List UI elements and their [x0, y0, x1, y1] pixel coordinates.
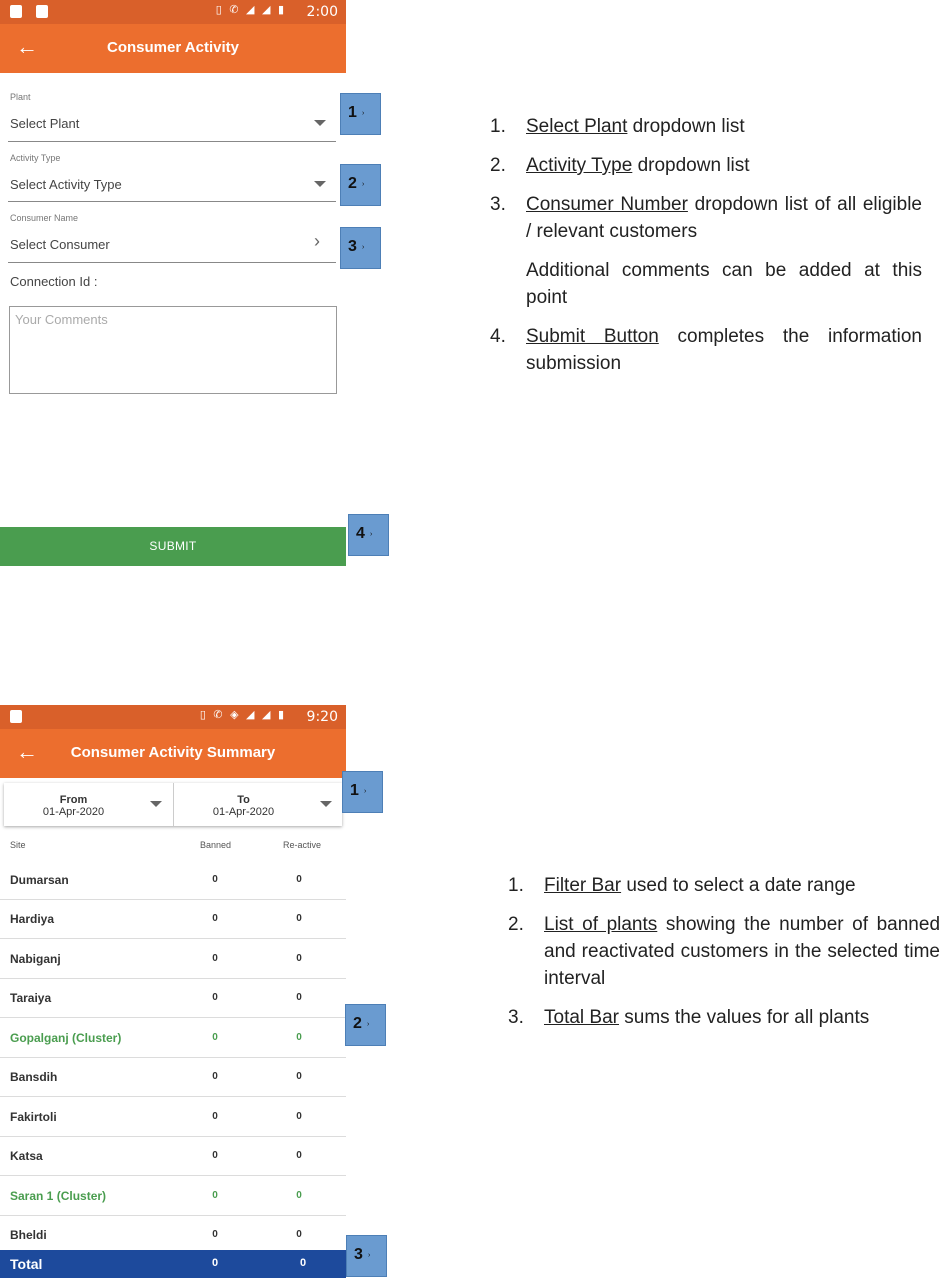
description-list-2: 1. Filter Bar used to select a date range…: [508, 872, 940, 1031]
page-title: Consumer Activity Summary: [70, 744, 276, 761]
table-row[interactable]: Hardiya 0 0: [0, 900, 346, 939]
comments-box: [9, 306, 337, 394]
list-item: 3. Total Bar sums the values for all plan…: [508, 1007, 870, 1028]
callout-badge: 1 ›: [340, 93, 381, 135]
plant-dropdown[interactable]: Select Plant: [10, 116, 79, 131]
table-row-cluster[interactable]: Saran 1 (Cluster) 0 0: [0, 1177, 346, 1216]
callout-badge: 1 ›: [342, 771, 383, 813]
column-header-reactive: Re-active: [283, 840, 322, 850]
connection-id-label: Connection Id :: [10, 274, 98, 289]
list-item: 4. Submit Button completes the informatio…: [490, 326, 922, 374]
description-list-1: 1. Select Plant dropdown list 2. Activity …: [490, 113, 922, 377]
app-bar: ← Consumer Activity Summary: [0, 729, 346, 778]
from-label: From: [59, 794, 88, 806]
status-bar: ▯ ✆ ◈ ◢ ◢ ▮ 9:20: [0, 705, 346, 729]
callout-badge: 2 ›: [340, 164, 381, 206]
image-icon: [10, 710, 22, 723]
callout-badge: 3 ›: [346, 1235, 387, 1277]
page-title: Consumer Activity: [107, 39, 239, 56]
callout-badge: 2 ›: [345, 1004, 386, 1046]
divider: [8, 141, 336, 142]
total-reactive: 0: [299, 1257, 307, 1269]
dropdown-arrow-icon[interactable]: [314, 181, 326, 187]
divider: [8, 262, 336, 263]
status-bar: ▯ ✆ ◢ ◢ ▮ 2:00: [0, 0, 346, 24]
signal-icons: ▯ ✆ ◈ ◢ ◢ ▮: [199, 708, 286, 721]
from-date-filter[interactable]: From 01-Apr-2020: [4, 783, 173, 826]
to-label: To: [237, 794, 250, 806]
to-value: 01-Apr-2020: [212, 806, 275, 818]
callout-badge: 4 ›: [348, 514, 389, 556]
list-item: 1. Select Plant dropdown list: [490, 116, 745, 137]
status-time: 2:00: [306, 4, 338, 20]
divider: [8, 201, 336, 202]
total-bar: Total 0 0: [0, 1250, 346, 1278]
list-item: Additional comments can be added at this…: [526, 260, 922, 308]
list-item: 2. Activity Type dropdown list: [490, 155, 750, 176]
comments-input[interactable]: [10, 307, 336, 393]
dropdown-arrow-icon[interactable]: [314, 120, 326, 126]
dropdown-arrow-icon[interactable]: [150, 801, 162, 807]
table-row[interactable]: Fakirtoli 0 0: [0, 1098, 346, 1137]
table-row-cluster[interactable]: Gopalganj (Cluster) 0 0: [0, 1019, 346, 1058]
consumer-select[interactable]: Select Consumer: [10, 237, 110, 252]
table-row[interactable]: Katsa 0 0: [0, 1137, 346, 1176]
filter-bar: From 01-Apr-2020 To 01-Apr-2020: [4, 783, 342, 826]
callout-badge: 3 ›: [340, 227, 381, 269]
chevron-right-icon[interactable]: ›: [314, 231, 320, 252]
list-item: 1. Filter Bar used to select a date range: [508, 875, 856, 896]
total-banned: 0: [211, 1257, 219, 1269]
signal-icons: ▯ ✆ ◢ ◢ ▮: [215, 3, 286, 16]
from-value: 01-Apr-2020: [42, 806, 105, 818]
column-header-site: Site: [10, 840, 26, 850]
table-row[interactable]: Dumarsan 0 0: [0, 861, 346, 900]
notification-icon: [10, 5, 22, 18]
status-time: 9:20: [306, 709, 338, 725]
table-row[interactable]: Taraiya 0 0: [0, 979, 346, 1018]
app-bar: ← Consumer Activity: [0, 24, 346, 73]
list-item: 2. List of plants showing the number of b…: [508, 914, 941, 989]
activity-type-dropdown[interactable]: Select Activity Type: [10, 177, 122, 192]
image-icon: [36, 5, 48, 18]
activity-type-label: Activity Type: [10, 153, 61, 163]
column-header-banned: Banned: [200, 840, 232, 850]
table-row[interactable]: Nabiganj 0 0: [0, 940, 346, 979]
dropdown-arrow-icon[interactable]: [320, 801, 332, 807]
consumer-name-label: Consumer Name: [10, 213, 79, 223]
table-row[interactable]: Bansdih 0 0: [0, 1058, 346, 1097]
list-item: 3. Consumer Number dropdown list of all e…: [490, 194, 922, 242]
total-label: Total: [10, 1256, 43, 1272]
to-date-filter[interactable]: To 01-Apr-2020: [174, 783, 343, 826]
plant-label: Plant: [10, 92, 31, 102]
submit-button[interactable]: SUBMIT: [0, 527, 346, 566]
